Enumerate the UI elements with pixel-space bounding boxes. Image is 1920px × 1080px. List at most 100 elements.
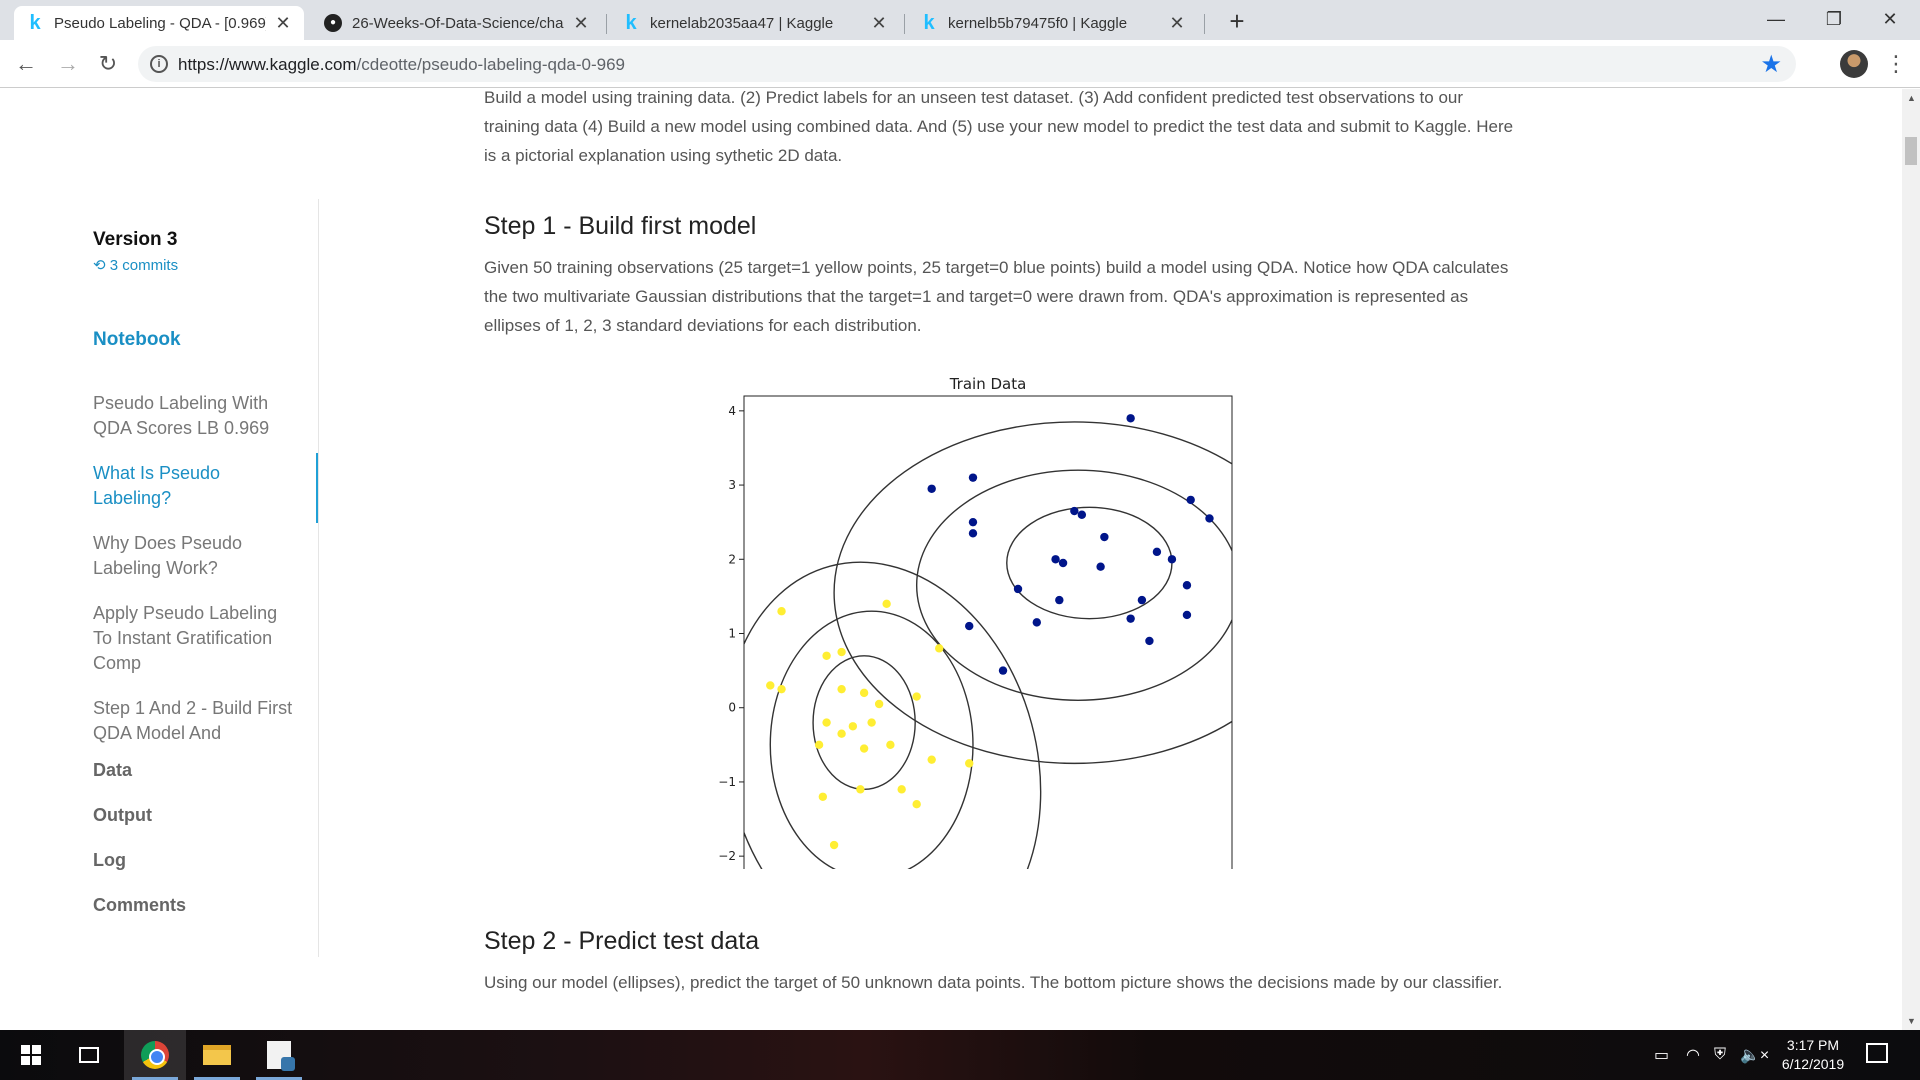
yellow-point	[777, 684, 786, 694]
profile-avatar[interactable]	[1840, 50, 1868, 78]
minimize-button[interactable]: —	[1748, 0, 1804, 38]
new-tab-button[interactable]: +	[1222, 6, 1252, 36]
page-scrollbar[interactable]: ▲ ▼	[1902, 89, 1920, 1030]
kaggle-k-icon: k	[923, 11, 935, 34]
back-button[interactable]: ←	[10, 48, 42, 80]
blue-point	[1100, 532, 1109, 542]
info-icon[interactable]: i	[150, 55, 168, 73]
sidebar-item-notebook[interactable]: Notebook	[93, 329, 181, 351]
tab-separator	[904, 14, 905, 34]
tab-separator	[606, 14, 607, 34]
taskbar-file-explorer[interactable]	[186, 1030, 248, 1080]
tab-title: 26-Weeks-Of-Data-Science/chall	[352, 14, 564, 32]
intro-paragraph: Build a model using training data. (2) P…	[484, 89, 1514, 165]
yellow-point	[859, 744, 869, 753]
yellow-point	[912, 800, 921, 809]
blue-point	[968, 517, 978, 527]
address-bar[interactable]: i https://www.kaggle.com/cdeotte/pseudo-…	[138, 46, 1796, 82]
toc-item-pseudo-labeling-qda[interactable]: Pseudo Labeling With QDA Scores LB 0.969	[93, 391, 293, 441]
blue-point	[1167, 555, 1177, 564]
yellow-point	[856, 785, 865, 794]
y-tick-label: −1	[718, 775, 736, 789]
yellow-point	[837, 647, 846, 657]
battery-icon[interactable]: ▭	[1654, 1030, 1669, 1080]
sidebar-item-output[interactable]: Output	[93, 805, 152, 826]
forward-button[interactable]: →	[52, 48, 84, 80]
blue-point	[1126, 414, 1135, 423]
scroll-up-arrow-icon[interactable]: ▲	[1907, 93, 1916, 103]
bookmark-star-icon[interactable]: ★	[1760, 50, 1782, 79]
sd-ellipse-blue-3	[833, 421, 1232, 765]
blue-point	[1152, 547, 1162, 557]
volume-muted-icon[interactable]: 🔈×	[1740, 1030, 1769, 1080]
tab-strip: k Pseudo Labeling - QDA - [0.969] ✕ ● 26…	[0, 0, 1920, 40]
tab-pseudo-labeling[interactable]: k Pseudo Labeling - QDA - [0.969] ✕	[14, 6, 304, 40]
step1-heading: Step 1 - Build first model	[484, 212, 757, 240]
step1-paragraph: Given 50 training observations (25 targe…	[484, 258, 1509, 335]
y-tick-label: 3	[728, 478, 736, 492]
blue-point	[968, 473, 978, 482]
windows-taskbar: ▭ ◠ ⛨ 🔈× 3:17 PM 6/12/2019	[0, 1030, 1920, 1080]
yellow-point	[814, 740, 824, 750]
sidebar-divider	[318, 199, 319, 957]
system-clock[interactable]: 3:17 PM 6/12/2019	[1770, 1036, 1856, 1074]
start-button[interactable]	[0, 1030, 62, 1080]
close-window-button[interactable]: ✕	[1862, 0, 1918, 38]
tab-kernelb[interactable]: k kernelb5b79475f0 | Kaggle ✕	[908, 6, 1198, 40]
url-text[interactable]: https://www.kaggle.com/cdeotte/pseudo-la…	[178, 55, 625, 75]
defender-shield-icon[interactable]: ⛨	[1714, 1030, 1726, 1080]
y-tick-label: −2	[718, 849, 736, 863]
reload-button[interactable]: ↻	[92, 48, 124, 80]
tab-title: Pseudo Labeling - QDA - [0.969]	[54, 14, 266, 32]
action-center-icon[interactable]	[1866, 1043, 1888, 1063]
sidebar-item-log[interactable]: Log	[93, 850, 126, 871]
yellow-point	[822, 718, 831, 727]
close-tab-icon[interactable]: ✕	[572, 13, 590, 34]
taskbar-chrome[interactable]	[124, 1030, 186, 1080]
y-tick-label: 4	[728, 404, 736, 418]
close-tab-icon[interactable]: ✕	[274, 13, 292, 34]
blue-point	[968, 529, 978, 538]
yellow-point	[848, 722, 858, 731]
python-file-icon	[267, 1041, 295, 1071]
restore-button[interactable]: ❐	[1806, 0, 1862, 38]
yellow-point	[829, 840, 839, 850]
toc-item-what-is-pseudo-labeling[interactable]: What Is Pseudo Labeling?	[93, 461, 293, 511]
sidebar-item-data[interactable]: Data	[93, 760, 132, 781]
sd-ellipse-blue-1	[1006, 506, 1173, 620]
yellow-point	[882, 599, 891, 609]
tab-title: kernelab2035aa47 | Kaggle	[650, 14, 834, 32]
history-icon: ⟲	[93, 257, 106, 274]
toc-item-apply-pseudo-labeling[interactable]: Apply Pseudo Labeling To Instant Gratifi…	[93, 601, 293, 676]
network-icon[interactable]: ◠	[1686, 1030, 1700, 1080]
kebab-menu-icon[interactable]: ⋮	[1884, 48, 1908, 80]
blue-point	[1032, 618, 1041, 627]
toc-item-why-does-pseudo-labeling-work[interactable]: Why Does Pseudo Labeling Work?	[93, 531, 293, 581]
task-view-icon	[79, 1047, 99, 1063]
yellow-point	[837, 729, 846, 738]
blue-point	[1205, 514, 1214, 523]
close-tab-icon[interactable]: ✕	[870, 13, 888, 34]
scroll-down-arrow-icon[interactable]: ▼	[1907, 1016, 1916, 1026]
kaggle-k-icon: k	[625, 11, 637, 34]
yellow-point	[935, 644, 944, 653]
yellow-point	[886, 740, 895, 750]
toc-item-step-1-and-2[interactable]: Step 1 And 2 - Build First QDA Model And	[93, 696, 293, 746]
tab-github[interactable]: ● 26-Weeks-Of-Data-Science/chall ✕	[312, 6, 602, 40]
blue-point	[1137, 595, 1147, 605]
sidebar-item-comments[interactable]: Comments	[93, 895, 186, 916]
blue-point	[927, 484, 936, 493]
blue-point	[1096, 562, 1105, 571]
blue-point	[1058, 558, 1068, 568]
yellow-point	[897, 785, 906, 794]
taskbar-python[interactable]	[248, 1030, 310, 1080]
tab-kernelab[interactable]: k kernelab2035aa47 | Kaggle ✕	[610, 6, 900, 40]
yellow-point	[837, 684, 846, 694]
commits-link[interactable]: ⟲ 3 commits	[93, 256, 178, 274]
blue-point	[1070, 506, 1079, 516]
scrollbar-thumb[interactable]	[1905, 137, 1917, 165]
close-tab-icon[interactable]: ✕	[1168, 13, 1186, 34]
blue-point	[1186, 495, 1195, 505]
task-view-button[interactable]	[58, 1030, 120, 1080]
yellow-point	[965, 759, 974, 768]
